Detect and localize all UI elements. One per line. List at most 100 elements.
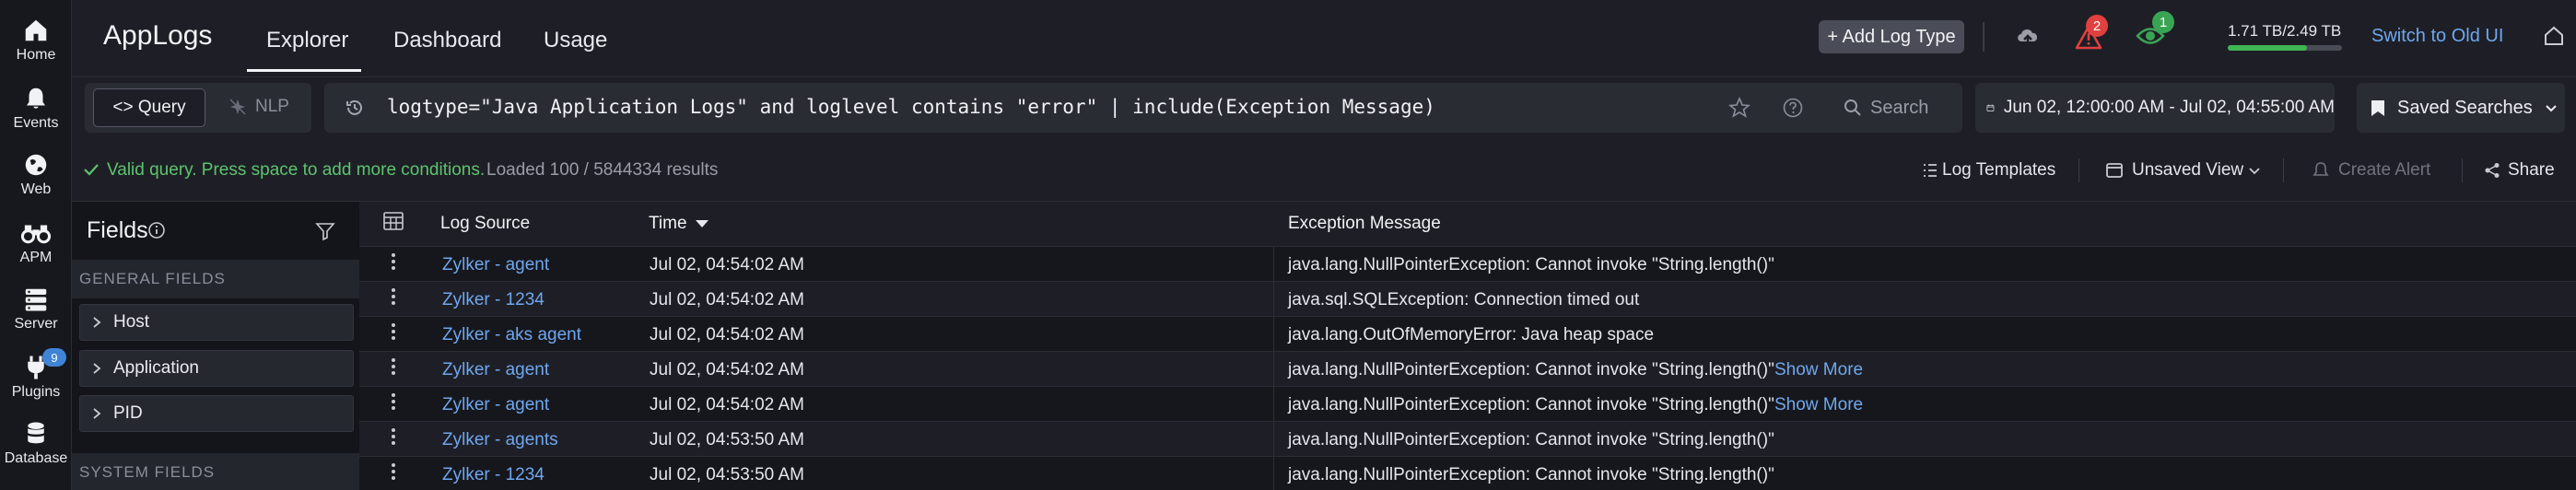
row-actions-kebab-icon[interactable]: [391, 392, 396, 411]
exception-message-cell[interactable]: java.lang.NullPointerException: Cannot i…: [1288, 360, 1774, 380]
log-source-link[interactable]: Zylker - agents: [442, 430, 558, 450]
binoculars-icon: [20, 225, 52, 244]
table-row[interactable]: Zylker - agent Jul 02, 04:54:02 AM java.la…: [359, 352, 2576, 387]
rail-item-web[interactable]: Web: [0, 151, 72, 198]
rail-item-home[interactable]: Home: [0, 17, 72, 64]
column-chooser-button[interactable]: [383, 212, 404, 230]
tab-dashboard[interactable]: Dashboard: [393, 28, 501, 53]
nlp-mode-label[interactable]: NLP: [255, 97, 289, 117]
home-shortcut-button[interactable]: [2543, 25, 2565, 47]
row-actions-kebab-icon[interactable]: [391, 427, 396, 446]
query-mode-button[interactable]: <> Query: [93, 88, 205, 127]
column-header-log-source[interactable]: Log Source: [440, 214, 530, 234]
app-title: AppLogs: [103, 20, 213, 51]
column-header-time[interactable]: Time: [649, 214, 687, 234]
row-actions-kebab-icon[interactable]: [391, 287, 396, 306]
nlp-mode-button[interactable]: [228, 98, 247, 116]
exception-message-cell[interactable]: java.lang.NullPointerException: Cannot i…: [1288, 255, 1774, 275]
cloud-upload-icon: [2018, 29, 2038, 47]
row-actions-kebab-icon[interactable]: [391, 252, 396, 271]
exception-message-cell[interactable]: java.lang.NullPointerException: Cannot i…: [1288, 430, 1774, 450]
table-row[interactable]: Zylker - 1234 Jul 02, 04:53:50 AM java.lan…: [359, 457, 2576, 490]
list-icon: [1922, 162, 1938, 179]
saved-searches-button[interactable]: Saved Searches: [2357, 83, 2565, 133]
query-history-button[interactable]: [345, 98, 365, 118]
sparkle-off-icon: [229, 99, 246, 115]
table-row[interactable]: Zylker - aks agent Jul 02, 04:54:02 AM jav…: [359, 317, 2576, 352]
chevron-down-icon: [2248, 166, 2261, 177]
fields-filter-button[interactable]: [315, 221, 335, 241]
sort-desc-icon[interactable]: [695, 219, 709, 228]
switch-old-ui-link[interactable]: Switch to Old UI: [2371, 26, 2503, 47]
header-divider: [1983, 22, 1985, 52]
rail-label-plugins: Plugins: [11, 384, 61, 400]
show-more-link[interactable]: Show More: [1774, 395, 1863, 415]
rail-label-web: Web: [20, 181, 52, 197]
star-icon: [1728, 97, 1751, 118]
field-item-host[interactable]: Host: [79, 304, 354, 341]
table-header: [359, 201, 2576, 247]
storage-usage-fill: [2228, 45, 2307, 51]
rail-item-server[interactable]: Server: [0, 286, 72, 332]
table-row[interactable]: Zylker - agent Jul 02, 04:54:02 AM java.la…: [359, 247, 2576, 282]
alert-count-badge: 2: [2086, 15, 2108, 37]
log-source-link[interactable]: Zylker - aks agent: [442, 325, 581, 345]
create-alert-button[interactable]: Create Alert: [2338, 160, 2430, 181]
time-range-label: Jun 02, 12:00:00 AM - Jul 02, 04:55:00 A…: [2003, 98, 2335, 117]
row-actions-kebab-icon[interactable]: [391, 462, 396, 481]
column-header-exception-message[interactable]: Exception Message: [1288, 214, 1441, 234]
log-source-link[interactable]: Zylker - 1234: [442, 290, 544, 310]
search-icon: [1844, 99, 1861, 116]
share-icon: [2484, 162, 2500, 179]
field-label: Application: [113, 358, 199, 378]
time-range-picker[interactable]: Jun 02, 12:00:00 AM - Jul 02, 04:55:00 A…: [1975, 83, 2335, 133]
exception-message-cell[interactable]: java.sql.SQLException: Connection timed …: [1288, 290, 1639, 310]
bell-icon: [27, 88, 45, 109]
query-help-button[interactable]: [1782, 97, 1804, 119]
query-text[interactable]: logtype="Java Application Logs" and logl…: [387, 96, 1435, 118]
view-icon: [2106, 163, 2123, 178]
exception-message-cell[interactable]: java.lang.NullPointerException: Cannot i…: [1288, 465, 1774, 485]
cloud-upload-button[interactable]: [2014, 23, 2042, 49]
table-row[interactable]: Zylker - agents Jul 02, 04:53:50 AM java.l…: [359, 422, 2576, 457]
log-source-link[interactable]: Zylker - agent: [442, 255, 549, 275]
row-actions-kebab-icon[interactable]: [391, 322, 396, 341]
rail-label-database: Database: [4, 450, 68, 466]
fields-title: Fields: [87, 217, 148, 243]
table-row[interactable]: Zylker - 1234 Jul 02, 04:54:02 AM java.sql…: [359, 282, 2576, 317]
history-icon: [346, 99, 362, 115]
share-button[interactable]: Share: [2508, 160, 2555, 181]
help-icon: [1783, 98, 1803, 118]
chevron-right-icon: [93, 363, 101, 374]
row-actions-kebab-icon[interactable]: [391, 357, 396, 376]
log-templates-button[interactable]: Log Templates: [1942, 160, 2055, 181]
show-more-link[interactable]: Show More: [1774, 360, 1863, 380]
loaded-results-count: Loaded 100 / 5844334 results: [486, 160, 719, 180]
fields-panel: [72, 201, 359, 490]
unsaved-view-button[interactable]: Unsaved View: [2132, 160, 2243, 181]
watch-count-badge: 1: [2152, 11, 2174, 33]
fields-info-icon[interactable]: [147, 221, 166, 239]
time-cell: Jul 02, 04:54:02 AM: [650, 395, 804, 414]
exception-message-cell[interactable]: java.lang.NullPointerException: Cannot i…: [1288, 395, 1774, 415]
favorite-query-button[interactable]: [1728, 97, 1751, 119]
time-cell: Jul 02, 04:54:02 AM: [650, 325, 804, 344]
valid-query-message: Valid query. Press space to add more con…: [107, 160, 486, 180]
rail-item-database[interactable]: Database: [0, 420, 72, 467]
rail-item-events[interactable]: Events: [0, 85, 72, 132]
search-button[interactable]: Search: [1830, 88, 1953, 128]
rail-item-apm[interactable]: APM: [0, 219, 72, 266]
log-source-link[interactable]: Zylker - 1234: [442, 465, 544, 485]
log-source-link[interactable]: Zylker - agent: [442, 360, 549, 380]
tab-explorer[interactable]: Explorer: [266, 28, 348, 53]
field-item-application[interactable]: Application: [79, 350, 354, 387]
add-log-type-button[interactable]: + Add Log Type: [1819, 20, 1964, 53]
exception-message-cell[interactable]: java.lang.OutOfMemoryError: Java heap sp…: [1288, 325, 1654, 345]
chevron-down-icon: [2546, 105, 2557, 112]
log-source-link[interactable]: Zylker - agent: [442, 395, 549, 415]
table-row[interactable]: Zylker - agent Jul 02, 04:54:02 AM java.la…: [359, 387, 2576, 422]
status-divider: [2283, 158, 2284, 182]
tab-usage[interactable]: Usage: [544, 28, 607, 53]
rail-item-plugins[interactable]: 9 Plugins: [0, 348, 72, 401]
field-item-pid[interactable]: PID: [79, 395, 354, 432]
